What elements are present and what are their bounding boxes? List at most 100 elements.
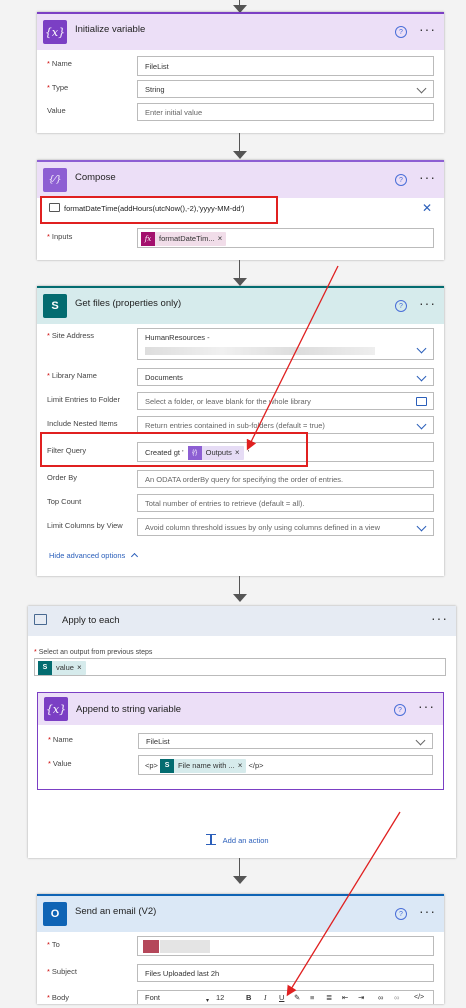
top-count-input[interactable]: Total number of entries to retrieve (def… bbox=[137, 494, 434, 512]
append-to-string-variable-card[interactable]: {x} Append to string variable ? ··· * Nam… bbox=[37, 692, 444, 790]
initialize-variable-header[interactable]: {x} Initialize variable ? ··· bbox=[37, 12, 444, 50]
variable-type-select[interactable]: String bbox=[137, 80, 434, 98]
variable-value-input[interactable]: Enter initial value bbox=[137, 103, 434, 121]
fx-icon: fx bbox=[141, 232, 155, 247]
send-email-header[interactable]: O Send an email (V2) ? ··· bbox=[37, 894, 444, 932]
more-options-icon[interactable]: ··· bbox=[431, 610, 448, 626]
font-size-select[interactable]: 12 bbox=[216, 991, 224, 1005]
limit-folder-label: Limit Entries to Folder bbox=[47, 395, 120, 404]
italic-icon[interactable]: I bbox=[264, 991, 267, 1005]
nested-items-label: Include Nested Items bbox=[47, 419, 118, 428]
value-label: Value bbox=[47, 106, 66, 115]
send-email-card[interactable]: O Send an email (V2) ? ··· * To * Subject … bbox=[37, 894, 444, 1004]
more-options-icon[interactable]: ··· bbox=[419, 21, 436, 37]
loop-icon bbox=[34, 614, 47, 625]
more-options-icon[interactable]: ··· bbox=[419, 295, 436, 311]
hide-advanced-options-link[interactable]: Hide advanced options bbox=[49, 551, 139, 561]
get-files-header[interactable]: S Get files (properties only) ? ··· bbox=[37, 286, 444, 324]
limit-folder-input[interactable]: Select a folder, or leave blank for the … bbox=[137, 392, 434, 410]
bullets-icon[interactable]: ≡ bbox=[310, 991, 314, 1005]
remove-token-icon[interactable]: × bbox=[218, 229, 223, 249]
code-view-icon[interactable]: </> bbox=[414, 991, 424, 1005]
numbering-icon[interactable]: ≣ bbox=[326, 991, 332, 1005]
more-options-icon[interactable]: ··· bbox=[419, 903, 436, 919]
compose-header[interactable]: {⁄} Compose ? ··· bbox=[37, 160, 444, 198]
redacted-site-url bbox=[145, 347, 375, 355]
close-icon[interactable]: ✕ bbox=[422, 201, 432, 215]
file-name-token[interactable]: S File name with ... × bbox=[160, 756, 247, 776]
chevron-down-icon[interactable] bbox=[416, 343, 427, 354]
connector-arrow bbox=[233, 151, 247, 159]
remove-token-icon[interactable]: × bbox=[238, 756, 243, 776]
highlight-box bbox=[40, 432, 308, 467]
select-output-input[interactable]: S value × bbox=[34, 658, 446, 676]
chevron-down-icon[interactable] bbox=[416, 521, 427, 532]
order-by-label: Order By bbox=[47, 473, 78, 482]
body-toolbar[interactable]: Font ▾ 12 B I U ✎ ≡ ≣ ⇤ ⇥ ∞ ∞ </> bbox=[137, 990, 434, 1004]
limit-columns-select[interactable]: Avoid column threshold issues by only us… bbox=[137, 518, 434, 536]
append-value-input[interactable]: <p> S File name with ... × </p> bbox=[138, 755, 433, 775]
site-address-select[interactable]: HumanResources - bbox=[137, 328, 434, 360]
to-label: * To bbox=[47, 940, 60, 949]
token-label: formatDateTim... bbox=[159, 234, 215, 244]
connector-line bbox=[239, 133, 240, 153]
limit-columns-label: Limit Columns by View bbox=[47, 521, 123, 530]
redacted-recipient bbox=[143, 940, 159, 953]
name-label: * Name bbox=[48, 735, 73, 744]
bold-icon[interactable]: B bbox=[246, 991, 251, 1005]
initialize-variable-title: Initialize variable bbox=[75, 24, 146, 35]
help-icon[interactable]: ? bbox=[395, 26, 407, 38]
pen-icon[interactable]: ✎ bbox=[294, 991, 300, 1005]
connector-arrow bbox=[233, 594, 247, 602]
type-label: * Type bbox=[47, 83, 69, 92]
variable-name-input[interactable]: FileList bbox=[137, 56, 434, 76]
chevron-down-icon[interactable] bbox=[416, 371, 427, 382]
limit-folder-placeholder: Select a folder, or leave blank for the … bbox=[145, 397, 311, 406]
outdent-icon[interactable]: ⇥ bbox=[358, 991, 364, 1005]
indent-icon[interactable]: ⇤ bbox=[342, 991, 348, 1005]
apply-to-each-title: Apply to each bbox=[62, 615, 120, 626]
chevron-down-icon[interactable] bbox=[416, 419, 427, 430]
redacted-recipient-blur bbox=[160, 940, 210, 953]
value-token[interactable]: S value × bbox=[38, 659, 86, 677]
connector-arrow bbox=[233, 278, 247, 286]
get-files-card[interactable]: S Get files (properties only) ? ··· * Sit… bbox=[37, 286, 444, 576]
library-name-select[interactable]: Documents bbox=[137, 368, 434, 386]
sharepoint-icon: S bbox=[43, 294, 67, 318]
chevron-up-icon bbox=[131, 552, 139, 561]
curly-braces-x-icon: {x} bbox=[44, 697, 68, 721]
select-output-label: * Select an output from previous steps bbox=[34, 649, 153, 656]
compose-title: Compose bbox=[75, 172, 116, 183]
expression-token[interactable]: fx formatDateTim... × bbox=[141, 229, 227, 249]
connector-line bbox=[239, 858, 240, 878]
more-options-icon[interactable]: ··· bbox=[418, 698, 435, 714]
help-icon[interactable]: ? bbox=[394, 704, 406, 716]
remove-token-icon[interactable]: × bbox=[77, 659, 82, 677]
help-icon[interactable]: ? bbox=[395, 174, 407, 186]
add-action-button[interactable]: Add an action bbox=[206, 834, 269, 845]
chevron-down-icon[interactable] bbox=[416, 83, 427, 94]
append-name-select[interactable]: FileList bbox=[138, 733, 433, 749]
help-icon[interactable]: ? bbox=[395, 300, 407, 312]
more-options-icon[interactable]: ··· bbox=[419, 169, 436, 185]
order-by-input[interactable]: An ODATA orderBy query for specifying th… bbox=[137, 470, 434, 488]
nested-items-placeholder: Return entries contained in sub-folders … bbox=[145, 421, 325, 430]
to-input[interactable] bbox=[137, 936, 434, 956]
help-icon[interactable]: ? bbox=[395, 908, 407, 920]
top-count-label: Top Count bbox=[47, 497, 82, 506]
apply-to-each-card[interactable]: Apply to each ··· * Select an output from… bbox=[28, 606, 456, 858]
append-header[interactable]: {x} Append to string variable ? ··· bbox=[38, 693, 443, 725]
link-icon[interactable]: ∞ bbox=[378, 991, 383, 1005]
initialize-variable-card[interactable]: {x} Initialize variable ? ··· * Name File… bbox=[37, 12, 444, 133]
curly-braces-icon: {⁄} bbox=[43, 168, 67, 192]
chevron-down-icon[interactable] bbox=[415, 735, 426, 746]
add-action-label: Add an action bbox=[222, 836, 269, 845]
subject-input[interactable]: Files Uploaded last 2h bbox=[137, 964, 434, 982]
send-email-title: Send an email (V2) bbox=[75, 906, 157, 917]
folder-picker-icon[interactable] bbox=[416, 397, 427, 406]
unlink-icon[interactable]: ∞ bbox=[394, 991, 399, 1005]
chevron-down-icon[interactable]: ▾ bbox=[206, 994, 209, 1008]
underline-icon[interactable]: U bbox=[279, 991, 284, 1005]
apply-to-each-header[interactable]: Apply to each ··· bbox=[28, 606, 456, 636]
compose-inputs-field[interactable]: fx formatDateTim... × bbox=[137, 228, 434, 248]
